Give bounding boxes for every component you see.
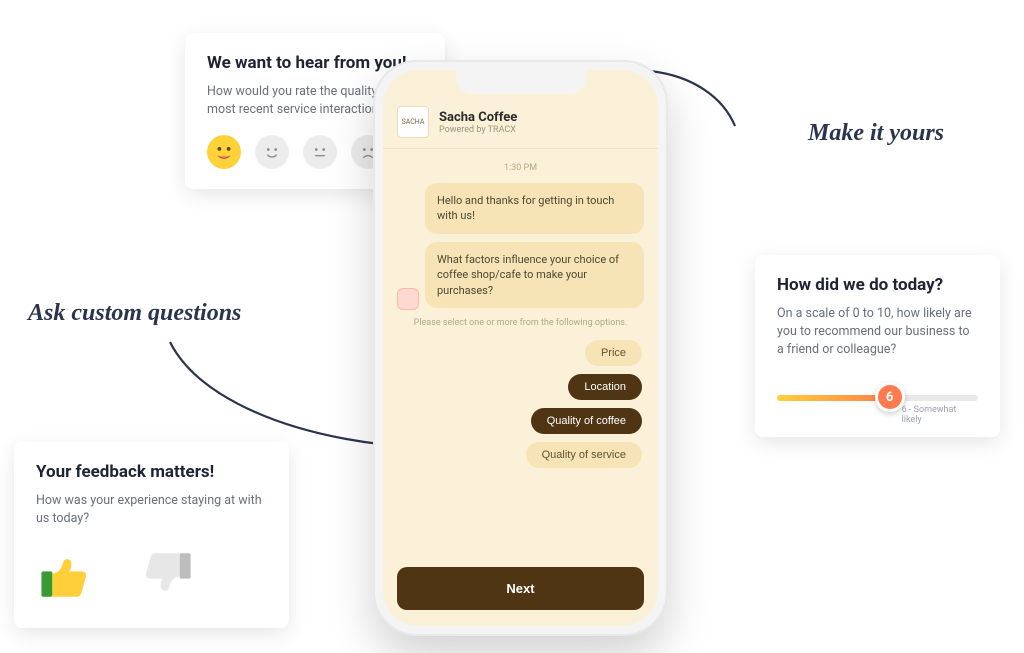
bot-avatar-icon	[397, 288, 419, 310]
chat-timestamp: 1:30 PM	[397, 163, 644, 173]
card-thumbs: Your feedback matters! How was your expe…	[14, 442, 289, 628]
chat-message: Hello and thanks for getting in touch wi…	[425, 183, 644, 234]
emoji-smile-icon[interactable]	[255, 135, 289, 169]
phone-frame: SACHA Sacha Coffee Powered by TRACX 1:30…	[373, 60, 668, 636]
chat-header: SACHA Sacha Coffee Powered by TRACX	[383, 100, 658, 149]
thumbs-up-icon[interactable]	[36, 546, 94, 608]
brand-logo-icon: SACHA	[397, 106, 429, 138]
chat-powered-by: Powered by TRACX	[439, 125, 517, 135]
card-thumbs-question: How was your experience staying at with …	[36, 492, 267, 528]
option-price[interactable]: Price	[585, 340, 642, 366]
option-location[interactable]: Location	[568, 374, 642, 400]
chat-body: 1:30 PM Hello and thanks for getting in …	[383, 149, 658, 567]
option-quality-service[interactable]: Quality of service	[526, 442, 642, 468]
card-thumbs-title: Your feedback matters!	[36, 462, 267, 482]
chat-options: Price Location Quality of coffee Quality…	[397, 340, 644, 468]
next-button[interactable]: Next	[397, 567, 644, 610]
chat-brand-name: Sacha Coffee	[439, 110, 517, 125]
emoji-grinning-icon[interactable]	[207, 135, 241, 169]
nps-slider[interactable]: 6 6 - Somewhat likely	[777, 381, 978, 417]
chat-hint: Please select one or more from the follo…	[397, 318, 644, 328]
card-nps-title: How did we do today?	[777, 275, 978, 295]
card-nps: How did we do today? On a scale of 0 to …	[755, 255, 1000, 437]
thumbs-down-icon[interactable]	[138, 546, 196, 608]
option-quality-coffee[interactable]: Quality of coffee	[531, 408, 642, 434]
nps-slider-handle[interactable]: 6	[875, 382, 905, 412]
chat-message: What factors influence your choice of co…	[425, 242, 644, 308]
phone-screen: SACHA Sacha Coffee Powered by TRACX 1:30…	[383, 70, 658, 626]
card-nps-question: On a scale of 0 to 10, how likely are yo…	[777, 305, 978, 359]
phone-notch	[456, 70, 586, 94]
annotation-make-it-yours: Make it yours	[808, 120, 944, 147]
annotation-ask-custom-questions: Ask custom questions	[28, 300, 241, 327]
emoji-neutral-icon[interactable]	[303, 135, 337, 169]
nps-slider-value-label: 6 - Somewhat likely	[902, 405, 978, 425]
